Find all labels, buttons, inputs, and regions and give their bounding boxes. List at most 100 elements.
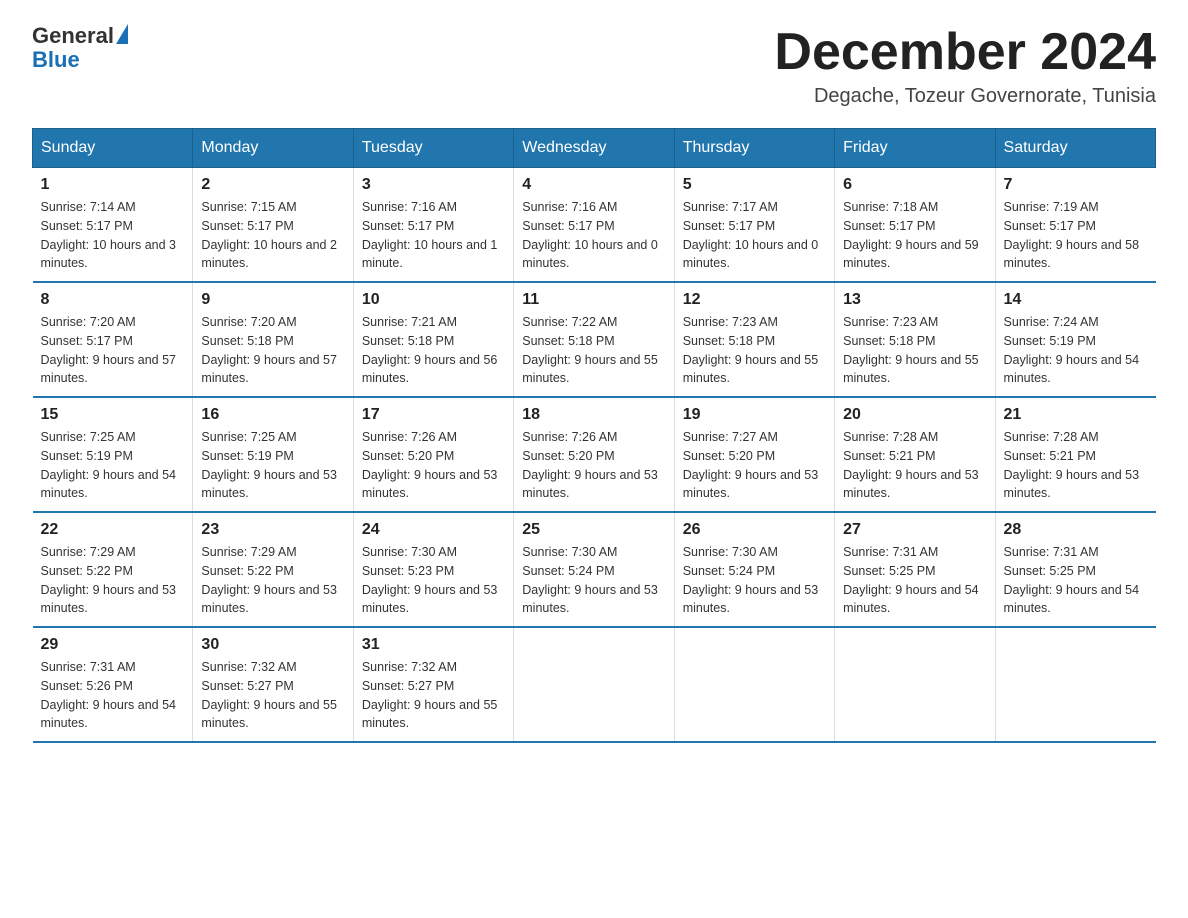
day-number: 30 [201,636,344,654]
calendar-cell: 8 Sunrise: 7:20 AM Sunset: 5:17 PM Dayli… [33,282,193,397]
calendar-cell: 27 Sunrise: 7:31 AM Sunset: 5:25 PM Dayl… [835,512,995,627]
day-info: Sunrise: 7:23 AM Sunset: 5:18 PM Dayligh… [683,313,826,388]
header-day-saturday: Saturday [995,129,1155,168]
calendar-cell: 22 Sunrise: 7:29 AM Sunset: 5:22 PM Dayl… [33,512,193,627]
day-number: 16 [201,406,344,424]
calendar-cell: 13 Sunrise: 7:23 AM Sunset: 5:18 PM Dayl… [835,282,995,397]
day-info: Sunrise: 7:15 AM Sunset: 5:17 PM Dayligh… [201,198,344,273]
day-info: Sunrise: 7:30 AM Sunset: 5:24 PM Dayligh… [522,543,665,618]
day-info: Sunrise: 7:20 AM Sunset: 5:18 PM Dayligh… [201,313,344,388]
day-number: 9 [201,291,344,309]
calendar-cell: 20 Sunrise: 7:28 AM Sunset: 5:21 PM Dayl… [835,397,995,512]
calendar-cell: 18 Sunrise: 7:26 AM Sunset: 5:20 PM Dayl… [514,397,674,512]
title-area: December 2024 Degache, Tozeur Governorat… [774,24,1156,108]
day-number: 24 [362,521,505,539]
day-info: Sunrise: 7:23 AM Sunset: 5:18 PM Dayligh… [843,313,986,388]
calendar-cell: 14 Sunrise: 7:24 AM Sunset: 5:19 PM Dayl… [995,282,1155,397]
calendar-cell [674,627,834,742]
calendar-cell: 11 Sunrise: 7:22 AM Sunset: 5:18 PM Dayl… [514,282,674,397]
day-info: Sunrise: 7:25 AM Sunset: 5:19 PM Dayligh… [41,428,185,503]
calendar-cell: 2 Sunrise: 7:15 AM Sunset: 5:17 PM Dayli… [193,168,353,283]
day-number: 12 [683,291,826,309]
calendar-cell: 15 Sunrise: 7:25 AM Sunset: 5:19 PM Dayl… [33,397,193,512]
page-header: General Blue December 2024 Degache, Toze… [32,24,1156,108]
week-row-3: 15 Sunrise: 7:25 AM Sunset: 5:19 PM Dayl… [33,397,1156,512]
day-info: Sunrise: 7:17 AM Sunset: 5:17 PM Dayligh… [683,198,826,273]
calendar-cell: 30 Sunrise: 7:32 AM Sunset: 5:27 PM Dayl… [193,627,353,742]
day-number: 13 [843,291,986,309]
day-info: Sunrise: 7:21 AM Sunset: 5:18 PM Dayligh… [362,313,505,388]
day-info: Sunrise: 7:28 AM Sunset: 5:21 PM Dayligh… [843,428,986,503]
day-info: Sunrise: 7:14 AM Sunset: 5:17 PM Dayligh… [41,198,185,273]
day-number: 29 [41,636,185,654]
day-info: Sunrise: 7:32 AM Sunset: 5:27 PM Dayligh… [362,658,505,733]
calendar-cell: 28 Sunrise: 7:31 AM Sunset: 5:25 PM Dayl… [995,512,1155,627]
week-row-1: 1 Sunrise: 7:14 AM Sunset: 5:17 PM Dayli… [33,168,1156,283]
calendar-cell: 24 Sunrise: 7:30 AM Sunset: 5:23 PM Dayl… [353,512,513,627]
calendar-cell: 7 Sunrise: 7:19 AM Sunset: 5:17 PM Dayli… [995,168,1155,283]
day-info: Sunrise: 7:16 AM Sunset: 5:17 PM Dayligh… [362,198,505,273]
day-number: 8 [41,291,185,309]
day-number: 25 [522,521,665,539]
calendar-header-row: SundayMondayTuesdayWednesdayThursdayFrid… [33,129,1156,168]
day-info: Sunrise: 7:31 AM Sunset: 5:25 PM Dayligh… [1004,543,1148,618]
day-info: Sunrise: 7:22 AM Sunset: 5:18 PM Dayligh… [522,313,665,388]
day-number: 28 [1004,521,1148,539]
day-number: 10 [362,291,505,309]
header-day-wednesday: Wednesday [514,129,674,168]
day-info: Sunrise: 7:29 AM Sunset: 5:22 PM Dayligh… [41,543,185,618]
day-number: 31 [362,636,505,654]
day-number: 11 [522,291,665,309]
day-number: 18 [522,406,665,424]
calendar-cell: 21 Sunrise: 7:28 AM Sunset: 5:21 PM Dayl… [995,397,1155,512]
calendar-cell: 23 Sunrise: 7:29 AM Sunset: 5:22 PM Dayl… [193,512,353,627]
calendar-cell: 25 Sunrise: 7:30 AM Sunset: 5:24 PM Dayl… [514,512,674,627]
logo-text-general: General [32,24,114,48]
calendar-cell: 31 Sunrise: 7:32 AM Sunset: 5:27 PM Dayl… [353,627,513,742]
day-info: Sunrise: 7:25 AM Sunset: 5:19 PM Dayligh… [201,428,344,503]
calendar-cell: 1 Sunrise: 7:14 AM Sunset: 5:17 PM Dayli… [33,168,193,283]
calendar-cell: 17 Sunrise: 7:26 AM Sunset: 5:20 PM Dayl… [353,397,513,512]
day-info: Sunrise: 7:30 AM Sunset: 5:23 PM Dayligh… [362,543,505,618]
day-info: Sunrise: 7:26 AM Sunset: 5:20 PM Dayligh… [522,428,665,503]
day-number: 7 [1004,176,1148,194]
day-number: 21 [1004,406,1148,424]
calendar-cell [835,627,995,742]
month-title: December 2024 [774,24,1156,81]
day-number: 2 [201,176,344,194]
calendar-cell [995,627,1155,742]
calendar-cell: 3 Sunrise: 7:16 AM Sunset: 5:17 PM Dayli… [353,168,513,283]
calendar-cell: 4 Sunrise: 7:16 AM Sunset: 5:17 PM Dayli… [514,168,674,283]
logo: General Blue [32,24,128,72]
header-day-tuesday: Tuesday [353,129,513,168]
calendar-cell: 10 Sunrise: 7:21 AM Sunset: 5:18 PM Dayl… [353,282,513,397]
calendar-cell: 12 Sunrise: 7:23 AM Sunset: 5:18 PM Dayl… [674,282,834,397]
calendar-cell: 16 Sunrise: 7:25 AM Sunset: 5:19 PM Dayl… [193,397,353,512]
day-info: Sunrise: 7:31 AM Sunset: 5:25 PM Dayligh… [843,543,986,618]
day-number: 5 [683,176,826,194]
week-row-5: 29 Sunrise: 7:31 AM Sunset: 5:26 PM Dayl… [33,627,1156,742]
day-number: 1 [41,176,185,194]
calendar-cell [514,627,674,742]
header-day-sunday: Sunday [33,129,193,168]
day-info: Sunrise: 7:27 AM Sunset: 5:20 PM Dayligh… [683,428,826,503]
day-info: Sunrise: 7:24 AM Sunset: 5:19 PM Dayligh… [1004,313,1148,388]
day-number: 19 [683,406,826,424]
day-number: 3 [362,176,505,194]
day-info: Sunrise: 7:31 AM Sunset: 5:26 PM Dayligh… [41,658,185,733]
day-info: Sunrise: 7:29 AM Sunset: 5:22 PM Dayligh… [201,543,344,618]
day-info: Sunrise: 7:30 AM Sunset: 5:24 PM Dayligh… [683,543,826,618]
week-row-4: 22 Sunrise: 7:29 AM Sunset: 5:22 PM Dayl… [33,512,1156,627]
day-info: Sunrise: 7:26 AM Sunset: 5:20 PM Dayligh… [362,428,505,503]
location: Degache, Tozeur Governorate, Tunisia [774,85,1156,108]
day-number: 26 [683,521,826,539]
calendar-cell: 5 Sunrise: 7:17 AM Sunset: 5:17 PM Dayli… [674,168,834,283]
calendar-cell: 9 Sunrise: 7:20 AM Sunset: 5:18 PM Dayli… [193,282,353,397]
header-day-friday: Friday [835,129,995,168]
day-info: Sunrise: 7:19 AM Sunset: 5:17 PM Dayligh… [1004,198,1148,273]
day-number: 14 [1004,291,1148,309]
logo-text-blue: Blue [32,47,80,72]
day-number: 6 [843,176,986,194]
header-day-monday: Monday [193,129,353,168]
logo-triangle-icon [116,24,128,44]
